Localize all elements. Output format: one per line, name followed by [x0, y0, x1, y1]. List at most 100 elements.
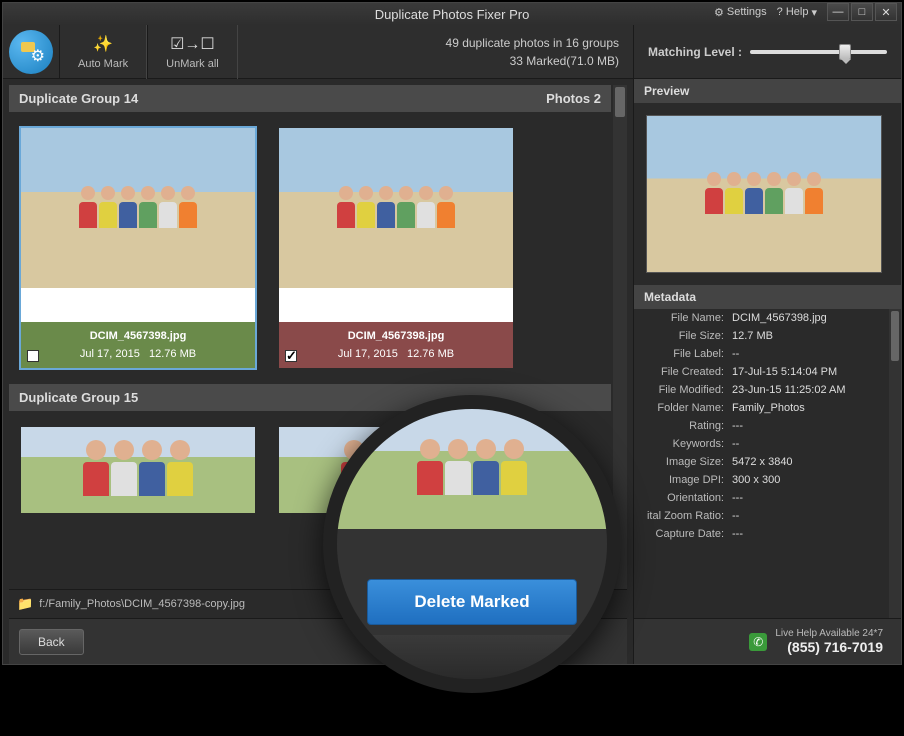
unmark-icon: ☑→☐	[170, 34, 215, 54]
gear-icon: ⚙	[714, 6, 724, 19]
delete-marked-button[interactable]: Delete Marked	[367, 579, 577, 625]
photo-checkbox[interactable]	[285, 350, 297, 362]
photo-thumbnail	[21, 128, 255, 288]
help-phone: (855) 716-7019	[775, 639, 883, 655]
bottom-bar-right: ✆ Live Help Available 24*7 (855) 716-701…	[634, 618, 901, 664]
meta-value: --	[732, 438, 901, 450]
photo-checkbox[interactable]	[27, 350, 39, 362]
photo-thumbnail	[21, 427, 255, 513]
group-title: Duplicate Group 15	[19, 390, 138, 405]
titlebar: Duplicate Photos Fixer Pro ⚙Settings ? H…	[3, 3, 901, 25]
photo-size: 12.76 MB	[149, 348, 196, 360]
group-title: Duplicate Group 14	[19, 91, 138, 106]
automark-button[interactable]: ✨ Auto Mark	[59, 25, 147, 79]
scrollbar-thumb[interactable]	[615, 87, 625, 117]
live-help-box[interactable]: ✆ Live Help Available 24*7 (855) 716-701…	[741, 628, 891, 655]
meta-key: Image DPI:	[634, 474, 732, 486]
metadata-row: Image Size:5472 x 3840	[634, 453, 901, 471]
side-panel: Preview Metadata File Name:DCIM_4567398.…	[633, 79, 901, 664]
toolbar: ✨ Auto Mark ☑→☐ UnMark all 49 duplicate …	[3, 25, 901, 79]
group-header-14: Duplicate Group 14 Photos 2	[9, 85, 611, 112]
photo-meta: DCIM_4567398.jpg Jul 17, 2015 12.76 MB	[21, 322, 255, 368]
toolbar-stats: 49 duplicate photos in 16 groups 33 Mark…	[446, 34, 633, 70]
meta-key: File Size:	[634, 330, 732, 342]
meta-value: --	[732, 510, 901, 522]
metadata-row: File Label:--	[634, 345, 901, 363]
chevron-down-icon: ▾	[811, 6, 817, 19]
meta-key: Rating:	[634, 420, 732, 432]
metadata-row: File Modified:23-Jun-15 11:25:02 AM	[634, 381, 901, 399]
window-title: Duplicate Photos Fixer Pro	[375, 7, 530, 22]
preview-label: Preview	[634, 79, 901, 103]
meta-key: Keywords:	[634, 438, 732, 450]
preview-box	[634, 103, 901, 285]
meta-key: Image Size:	[634, 456, 732, 468]
photo-card[interactable]	[19, 425, 257, 515]
unmarkall-label: UnMark all	[166, 58, 219, 70]
photo-filename: DCIM_4567398.jpg	[27, 330, 249, 342]
metadata-list: File Name:DCIM_4567398.jpgFile Size:12.7…	[634, 309, 901, 618]
metadata-row: Orientation:---	[634, 489, 901, 507]
scrollbar-thumb[interactable]	[891, 311, 899, 361]
meta-key: File Label:	[634, 348, 732, 360]
folder-icon: 📁	[17, 596, 33, 612]
meta-value: 23-Jun-15 11:25:02 AM	[732, 384, 901, 396]
metadata-row: File Name:DCIM_4567398.jpg	[634, 309, 901, 327]
back-button[interactable]: Back	[19, 629, 84, 655]
close-button[interactable]: ✕	[875, 3, 897, 21]
help-link[interactable]: ? Help▾	[777, 6, 817, 19]
maximize-button[interactable]: □	[851, 3, 873, 21]
photo-filename: DCIM_4567398.jpg	[285, 330, 507, 342]
matching-level: Matching Level :	[633, 25, 901, 79]
minimize-button[interactable]: —	[827, 3, 849, 21]
matching-level-slider[interactable]	[750, 50, 887, 54]
help-text: Live Help Available 24*7	[775, 628, 883, 639]
metadata-row: File Size:12.7 MB	[634, 327, 901, 345]
stats-line1: 49 duplicate photos in 16 groups	[446, 34, 619, 52]
meta-key: Capture Date:	[634, 528, 732, 540]
metadata-label: Metadata	[634, 285, 901, 309]
metadata-scrollbar[interactable]	[889, 309, 901, 618]
metadata-row: Rating:---	[634, 417, 901, 435]
metadata-row: File Created:17-Jul-15 5:14:04 PM	[634, 363, 901, 381]
stats-line2: 33 Marked(71.0 MB)	[446, 52, 619, 70]
metadata-row: Keywords:--	[634, 435, 901, 453]
preview-image	[646, 115, 882, 273]
meta-key: Orientation:	[634, 492, 732, 504]
slider-thumb[interactable]	[839, 44, 851, 60]
group-count: Photos 2	[546, 91, 601, 106]
unmarkall-button[interactable]: ☑→☐ UnMark all	[147, 25, 238, 79]
meta-value: DCIM_4567398.jpg	[732, 312, 901, 324]
app-logo	[3, 25, 59, 79]
file-path: f:/Family_Photos\DCIM_4567398-copy.jpg	[39, 598, 245, 610]
metadata-row: Capture Date:---	[634, 525, 901, 543]
metadata-row: Folder Name:Family_Photos	[634, 399, 901, 417]
magnifier-overlay: Delete Marked	[323, 395, 621, 693]
meta-value: --	[732, 348, 901, 360]
meta-value: ---	[732, 420, 901, 432]
photo-card[interactable]: DCIM_4567398.jpg Jul 17, 2015 12.76 MB	[277, 126, 515, 370]
meta-value: 300 x 300	[732, 474, 901, 486]
metadata-row: ital Zoom Ratio:--	[634, 507, 901, 525]
photo-size: 12.76 MB	[407, 348, 454, 360]
group-body-14: DCIM_4567398.jpg Jul 17, 2015 12.76 MB D…	[9, 112, 611, 384]
photo-card[interactable]: DCIM_4567398.jpg Jul 17, 2015 12.76 MB	[19, 126, 257, 370]
metadata-row: Image DPI:300 x 300	[634, 471, 901, 489]
meta-value: 5472 x 3840	[732, 456, 901, 468]
meta-value: 12.7 MB	[732, 330, 901, 342]
meta-value: 17-Jul-15 5:14:04 PM	[732, 366, 901, 378]
meta-value: ---	[732, 492, 901, 504]
meta-key: ital Zoom Ratio:	[634, 510, 732, 522]
photo-date: Jul 17, 2015	[338, 348, 398, 360]
matching-level-label: Matching Level :	[648, 45, 742, 59]
photo-thumbnail	[279, 128, 513, 288]
photo-meta: DCIM_4567398.jpg Jul 17, 2015 12.76 MB	[279, 322, 513, 368]
automark-label: Auto Mark	[78, 58, 128, 70]
meta-key: Folder Name:	[634, 402, 732, 414]
meta-key: File Created:	[634, 366, 732, 378]
wand-icon: ✨	[93, 34, 113, 54]
settings-link[interactable]: ⚙Settings	[714, 6, 767, 19]
meta-value: Family_Photos	[732, 402, 901, 414]
photo-date: Jul 17, 2015	[80, 348, 140, 360]
phone-icon: ✆	[749, 633, 767, 651]
